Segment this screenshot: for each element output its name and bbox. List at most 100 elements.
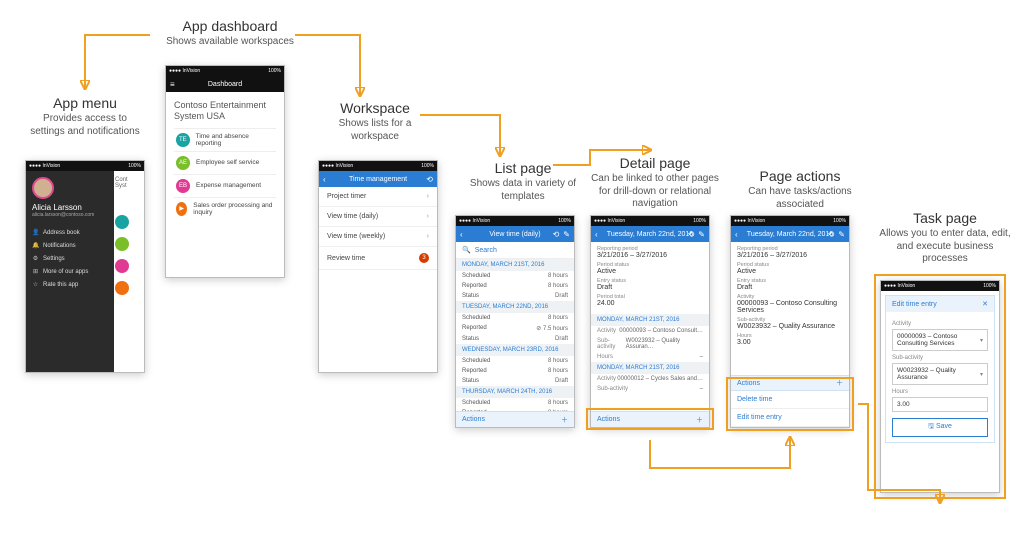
title-bar: ‹ View time (daily) ⟲✎ <box>456 226 574 242</box>
task-field-label: Activity <box>892 321 988 327</box>
detail-field: Reporting period3/21/2016 – 3/27/2016 <box>737 246 843 259</box>
row-label: Project timer <box>327 193 366 200</box>
label-app-menu: App menu Provides access to settings and… <box>25 95 145 138</box>
workspace-icon: TE <box>176 133 190 147</box>
data-row: Activity00000093 – Contoso Consult… <box>591 326 709 336</box>
menu-item[interactable]: 👤Address book <box>32 226 108 239</box>
avatar[interactable] <box>32 177 54 199</box>
group-header[interactable]: MONDAY, MARCH 21ST, 2016 <box>591 314 709 326</box>
menu-item[interactable]: ⚙Settings <box>32 252 108 265</box>
menu-item[interactable]: 🔔Notifications <box>32 239 108 252</box>
task-panel: Edit time entry ✕ Activity00000093 – Con… <box>885 295 995 443</box>
menu-item-icon: ☆ <box>32 281 39 288</box>
phone-task-page: ●●●● InVision100% Edit time entry ✕ Acti… <box>880 280 1000 493</box>
workspace-list-row[interactable]: Review time3 <box>319 247 437 270</box>
workspace-icon: EB <box>176 179 190 193</box>
actions-bar[interactable]: Actions ＋ <box>456 411 574 427</box>
back-icon[interactable]: ‹ <box>735 226 738 242</box>
user-name: Alicia Larsson <box>32 203 108 212</box>
page-title: Tuesday, March 22nd, 2016 <box>607 231 693 238</box>
workspace-list-row[interactable]: Project timer› <box>319 187 437 207</box>
text-field[interactable]: 3.00 <box>892 397 988 412</box>
actions-label: Actions <box>462 416 485 423</box>
action-item[interactable]: Edit time entry <box>731 409 849 427</box>
row-label: View time (daily) <box>327 213 378 220</box>
battery-text: 100% <box>128 163 141 169</box>
data-key: Sub-activity <box>597 338 626 350</box>
chevron-right-icon: › <box>427 213 429 220</box>
menu-item[interactable]: ☆Rate this app <box>32 278 108 291</box>
group-header[interactable]: WEDNESDAY, MARCH 23RD, 2016 <box>456 344 574 356</box>
status-bar: ●●●● InVision100% <box>166 66 284 76</box>
label-workspace: Workspace Shows lists for a workspace <box>315 100 435 143</box>
phone-dashboard: ●●●● InVision100% ≡ Dashboard Contoso En… <box>165 65 285 278</box>
group-header[interactable]: MONDAY, MARCH 21ST, 2016 <box>591 362 709 374</box>
menu-item-label: Address book <box>43 230 80 236</box>
field-value: Draft <box>597 284 703 291</box>
label-title: App menu <box>25 95 145 111</box>
group-header[interactable]: TUESDAY, MARCH 22ND, 2016 <box>456 301 574 313</box>
data-key: Scheduled <box>462 358 490 364</box>
edit-icon[interactable]: ✎ <box>838 230 845 239</box>
group-header[interactable]: THURSDAY, MARCH 24TH, 2016 <box>456 386 574 398</box>
detail-field: Hours3.00 <box>737 333 843 346</box>
group-header[interactable]: MONDAY, MARCH 21ST, 2016 <box>456 259 574 271</box>
detail-field: Activity00000093 – Contoso Consulting Se… <box>737 294 843 314</box>
close-icon[interactable]: ✕ <box>982 300 988 308</box>
workspace-tile[interactable]: EB Expense management <box>174 174 276 197</box>
title-bar: ‹ Time management ⟲ <box>319 171 437 187</box>
refresh-icon[interactable]: ⟲ <box>553 230 560 239</box>
plus-icon[interactable]: ＋ <box>696 415 703 425</box>
refresh-icon[interactable]: ⟲ <box>828 230 835 239</box>
data-value: 00000093 – Contoso Consult… <box>619 328 703 334</box>
plus-icon[interactable]: ＋ <box>561 415 568 425</box>
workspace-tile[interactable]: ▶Sales order processing and inquiry <box>174 197 276 220</box>
plus-icon[interactable]: ＋ <box>836 378 843 388</box>
hamburger-icon[interactable]: ≡ <box>170 76 175 92</box>
refresh-icon[interactable]: ⟲ <box>426 175 433 184</box>
label-title: App dashboard <box>150 18 310 34</box>
label-subtitle: Shows lists for a workspace <box>315 118 435 143</box>
data-value: Draft <box>555 336 568 342</box>
actions-bar[interactable]: Actions ＋ <box>591 411 709 427</box>
menu-item[interactable]: ⊞More of our apps <box>32 265 108 278</box>
label-title: Detail page <box>585 155 725 171</box>
data-key: Hours <box>597 354 613 360</box>
workspace-list-row[interactable]: View time (weekly)› <box>319 227 437 247</box>
status-bar: ●●●● InVision100% <box>731 216 849 226</box>
label-subtitle: Shows available workspaces <box>150 36 310 49</box>
menu-item-label: More of our apps <box>43 269 88 275</box>
label-dashboard: App dashboard Shows available workspaces <box>150 18 310 49</box>
workspace-tile[interactable]: TETime and absence reporting <box>174 128 276 151</box>
data-value: – <box>700 386 703 392</box>
detail-field: Reporting period3/21/2016 – 3/27/2016 <box>597 246 703 259</box>
dropdown-field[interactable]: 00000093 – Contoso Consulting Services▾ <box>892 329 988 351</box>
data-key: Activity <box>597 328 616 334</box>
workspace-label: Expense management <box>196 182 261 189</box>
action-item[interactable]: Delete time <box>731 391 849 409</box>
back-icon[interactable]: ‹ <box>323 171 326 187</box>
workspace-list-row[interactable]: View time (daily) › <box>319 207 437 227</box>
edit-icon[interactable]: ✎ <box>563 230 570 239</box>
dropdown-field[interactable]: W0023932 – Quality Assurance▾ <box>892 363 988 385</box>
edit-icon[interactable]: ✎ <box>698 230 705 239</box>
phone-workspace: ●●●● InVision100% ‹ Time management ⟲ Pr… <box>318 160 438 373</box>
menu-item-label: Notifications <box>43 243 76 249</box>
label-task-page: Task page Allows you to enter data, edit… <box>875 210 1015 266</box>
user-email: alicia.larsson@contoso.com <box>32 212 108 218</box>
save-button[interactable]: 🖫 Save <box>892 418 988 437</box>
back-icon[interactable]: ‹ <box>460 226 463 242</box>
workspace-tile[interactable]: AEEmployee self service <box>174 151 276 174</box>
page-title: View time (daily) <box>489 231 540 238</box>
back-icon[interactable]: ‹ <box>595 226 598 242</box>
actions-header[interactable]: Actions ＋ <box>731 375 849 391</box>
detail-field: Period total24.00 <box>597 294 703 307</box>
search-row[interactable]: 🔍 Search <box>456 242 574 259</box>
field-value: W0023932 – Quality Assurance <box>897 367 980 381</box>
data-key: Sub-activity <box>597 386 628 392</box>
data-row: Activity00000012 – Cycles Sales and… <box>591 374 709 384</box>
carrier-text: ●●●● InVision <box>29 163 60 169</box>
refresh-icon[interactable]: ⟲ <box>688 230 695 239</box>
side-menu-panel: Alicia Larsson alicia.larsson@contoso.co… <box>26 171 114 372</box>
count-badge: 3 <box>419 253 429 263</box>
